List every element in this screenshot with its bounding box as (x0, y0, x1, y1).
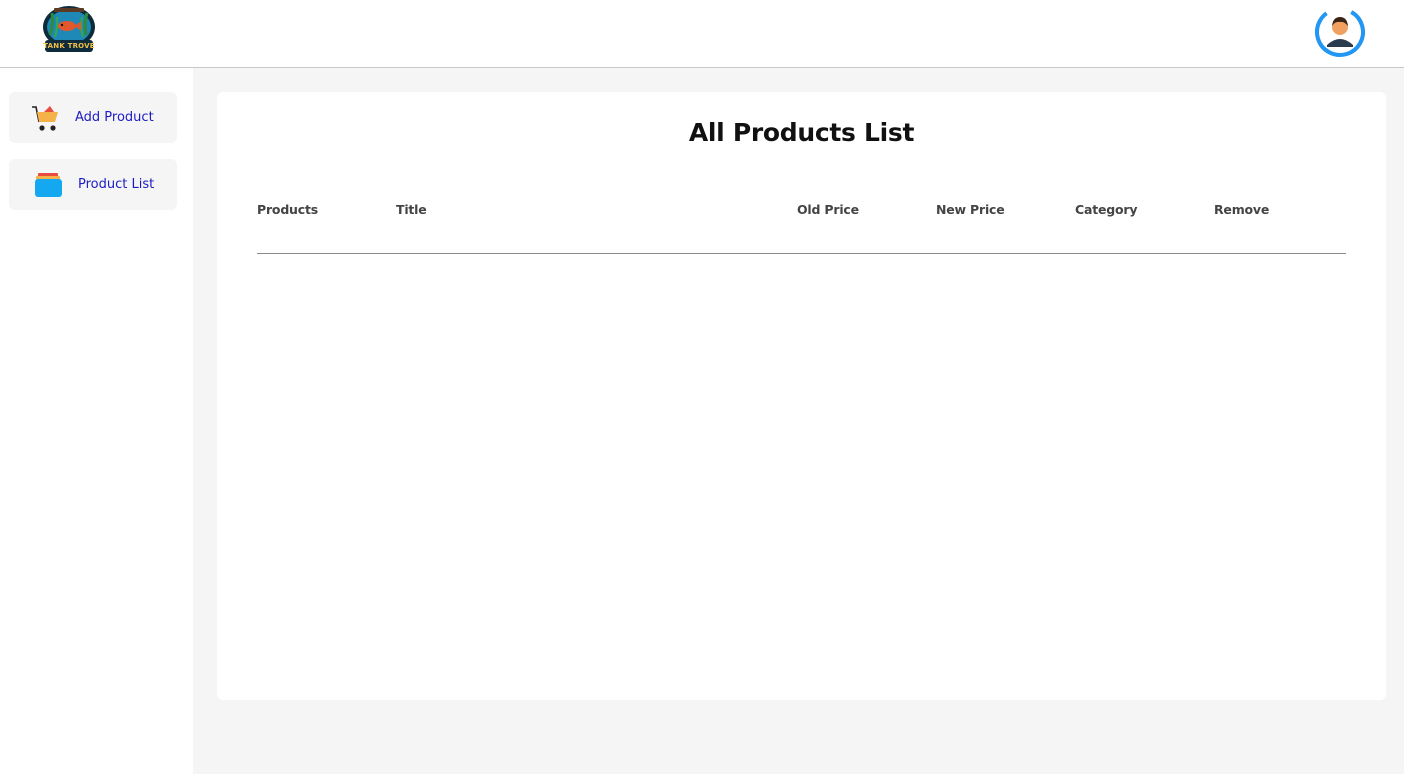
column-header-new-price: New Price (936, 202, 1005, 217)
column-header-category: Category (1075, 202, 1138, 217)
sidebar-item-add-product[interactable]: Add Product (9, 92, 177, 143)
top-navbar: TANK TROVE (0, 0, 1404, 68)
column-header-products: Products (257, 202, 318, 217)
product-list-card: All Products List Products Title Old Pri… (217, 92, 1386, 700)
user-avatar[interactable] (1313, 5, 1367, 59)
profile-icon (1315, 7, 1365, 57)
column-header-old-price: Old Price (797, 202, 859, 217)
sidebar-item-label: Add Product (75, 110, 154, 125)
sidebar: Add Product Product List (0, 68, 193, 774)
page-title: All Products List (688, 118, 915, 147)
column-header-title: Title (396, 202, 427, 217)
cart-icon (30, 104, 60, 132)
list-stack-icon (34, 171, 64, 199)
main-content: All Products List Products Title Old Pri… (193, 68, 1404, 774)
logo-text: TANK TROVE (43, 42, 95, 50)
sidebar-item-label: Product List (78, 177, 155, 192)
table-header-divider (257, 253, 1346, 254)
tank-trove-logo[interactable]: TANK TROVE (40, 5, 98, 57)
sidebar-item-product-list[interactable]: Product List (9, 159, 177, 210)
column-header-remove: Remove (1214, 202, 1270, 217)
